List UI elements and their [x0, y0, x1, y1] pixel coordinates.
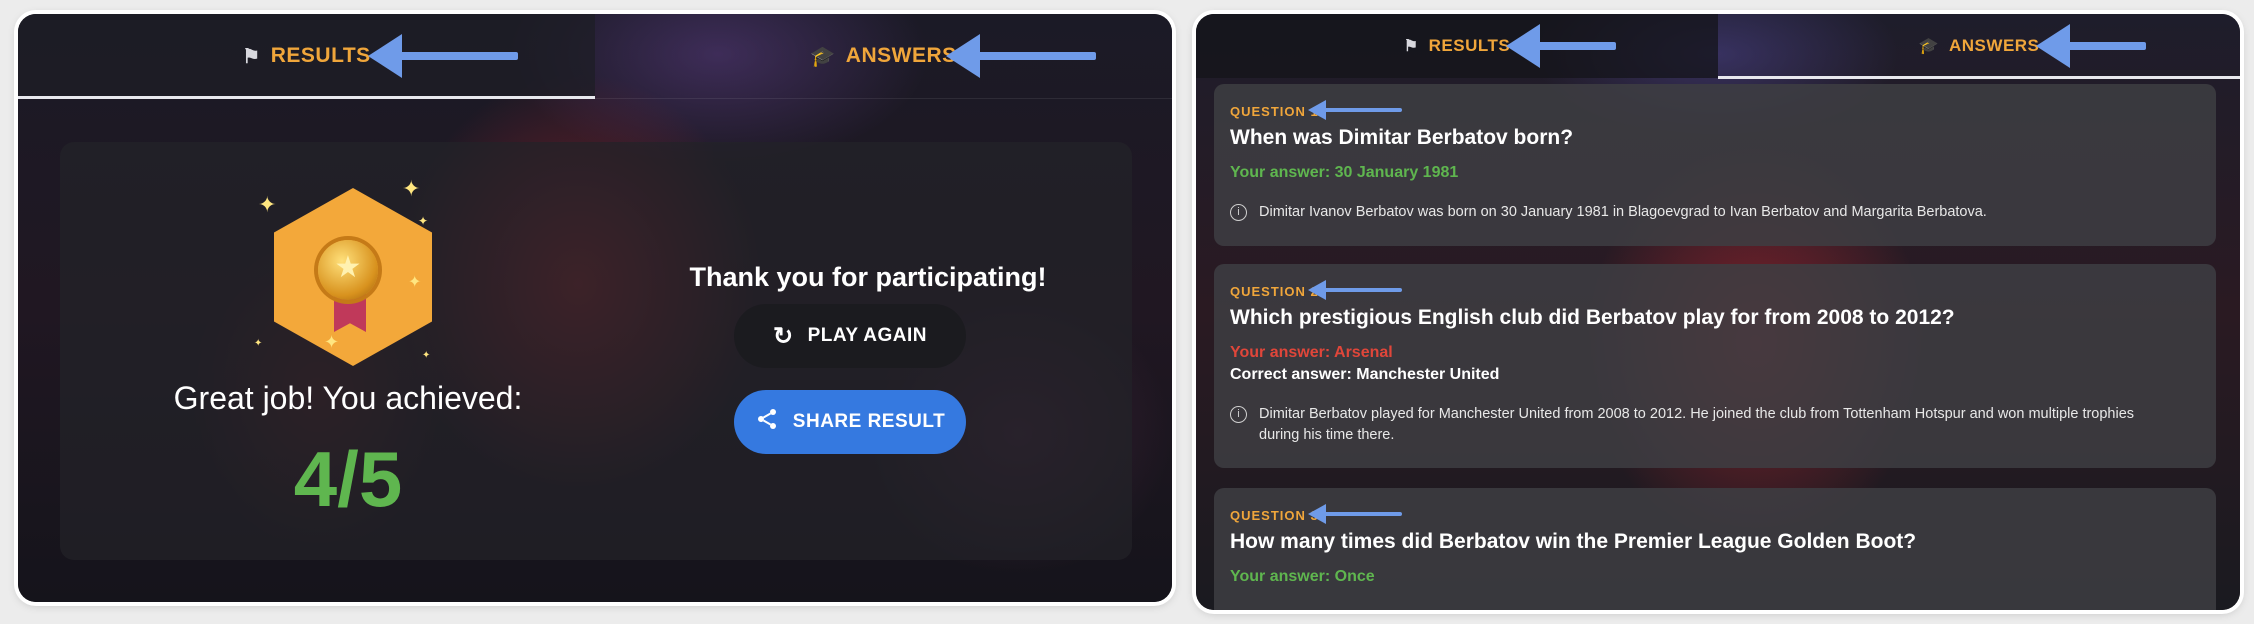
graduation-cap-icon: 🎓: [1918, 38, 1939, 55]
annotation-arrow: [1308, 504, 1402, 524]
achievement-text: Great job! You achieved:: [173, 380, 523, 416]
results-panel: ⚑ RESULTS 🎓 ANSWERS ★ ✦ ✦ ✦ ✦ ✦ ✦ ✦ Grea…: [18, 14, 1172, 602]
share-result-label: SHARE RESULT: [792, 411, 946, 432]
tab-answers[interactable]: 🎓 ANSWERS: [1718, 14, 2240, 79]
active-tab-indicator: [1718, 76, 2240, 79]
question-number: QUESTION 1: [1230, 104, 1319, 119]
annotation-arrow: [1308, 280, 1402, 300]
sparkle-icon: ✦: [254, 338, 263, 349]
question-title: When was Dimitar Berbatov born?: [1230, 126, 1574, 149]
explanation-text: Dimitar Ivanov Berbatov was born on 30 J…: [1259, 204, 1987, 220]
answers-panel: ⚑ RESULTS 🎓 ANSWERS QUESTION 1 When was …: [1196, 14, 2240, 610]
play-again-label: PLAY AGAIN: [807, 325, 927, 346]
share-result-button[interactable]: SHARE RESULT: [734, 390, 966, 454]
question-title: How many times did Berbatov win the Prem…: [1230, 530, 1917, 553]
sparkle-icon: ✦: [418, 214, 429, 228]
flag-checkered-icon: ⚑: [242, 45, 261, 68]
tab-answers-label: ANSWERS: [845, 44, 957, 67]
thank-you-message: Thank you for participating!: [689, 262, 1047, 292]
medal-icon: ★: [318, 240, 378, 300]
annotation-arrow: [946, 34, 1096, 78]
sparkle-icon: ✦: [422, 350, 431, 361]
explanation: i Dimitar Berbatov played for Manchester…: [1230, 404, 2159, 446]
info-icon: i: [1230, 406, 1247, 423]
tab-answers-label: ANSWERS: [1949, 36, 2040, 55]
restart-icon: ↻: [773, 322, 794, 350]
question-card: QUESTION 1 When was Dimitar Berbatov bor…: [1214, 84, 2216, 246]
graduation-cap-icon: 🎓: [810, 45, 836, 68]
question-number: QUESTION 3: [1230, 508, 1319, 523]
play-again-button[interactable]: ↻ PLAY AGAIN: [734, 304, 966, 368]
annotation-arrow: [368, 34, 518, 78]
your-answer-wrong: Your answer: Arsenal: [1230, 344, 1393, 361]
question-number: QUESTION 2: [1230, 284, 1319, 299]
sparkle-icon: ✦: [324, 332, 340, 352]
tab-results-label: RESULTS: [270, 44, 371, 67]
tab-results-label: RESULTS: [1428, 36, 1511, 55]
score-value: 4/5: [293, 435, 403, 523]
info-icon: i: [1230, 204, 1247, 221]
sparkle-icon: ✦: [258, 192, 277, 217]
achievement-badge: ★ ✦ ✦ ✦ ✦ ✦ ✦ ✦: [250, 172, 440, 372]
share-icon: [755, 407, 779, 438]
question-card: QUESTION 3 How many times did Berbatov w…: [1214, 488, 2216, 610]
your-answer-correct: Your answer: 30 January 1981: [1230, 164, 1459, 181]
explanation: i Dimitar Ivanov Berbatov was born on 30…: [1230, 202, 2159, 223]
explanation-text: Dimitar Berbatov played for Manchester U…: [1259, 406, 2135, 443]
annotation-arrow: [1506, 24, 1616, 68]
annotation-arrow: [2036, 24, 2146, 68]
your-answer-correct: Your answer: Once: [1230, 568, 1375, 585]
flag-checkered-icon: ⚑: [1403, 38, 1419, 55]
tab-results[interactable]: ⚑ RESULTS: [1196, 14, 1718, 78]
correct-answer: Correct answer: Manchester United: [1230, 366, 1500, 383]
active-tab-indicator: [18, 96, 595, 99]
annotation-arrow: [1308, 100, 1402, 120]
sparkle-icon: ✦: [402, 176, 421, 201]
question-title: Which prestigious English club did Berba…: [1230, 306, 1955, 329]
sparkle-icon: ✦: [408, 274, 422, 291]
question-card: QUESTION 2 Which prestigious English clu…: [1214, 264, 2216, 468]
